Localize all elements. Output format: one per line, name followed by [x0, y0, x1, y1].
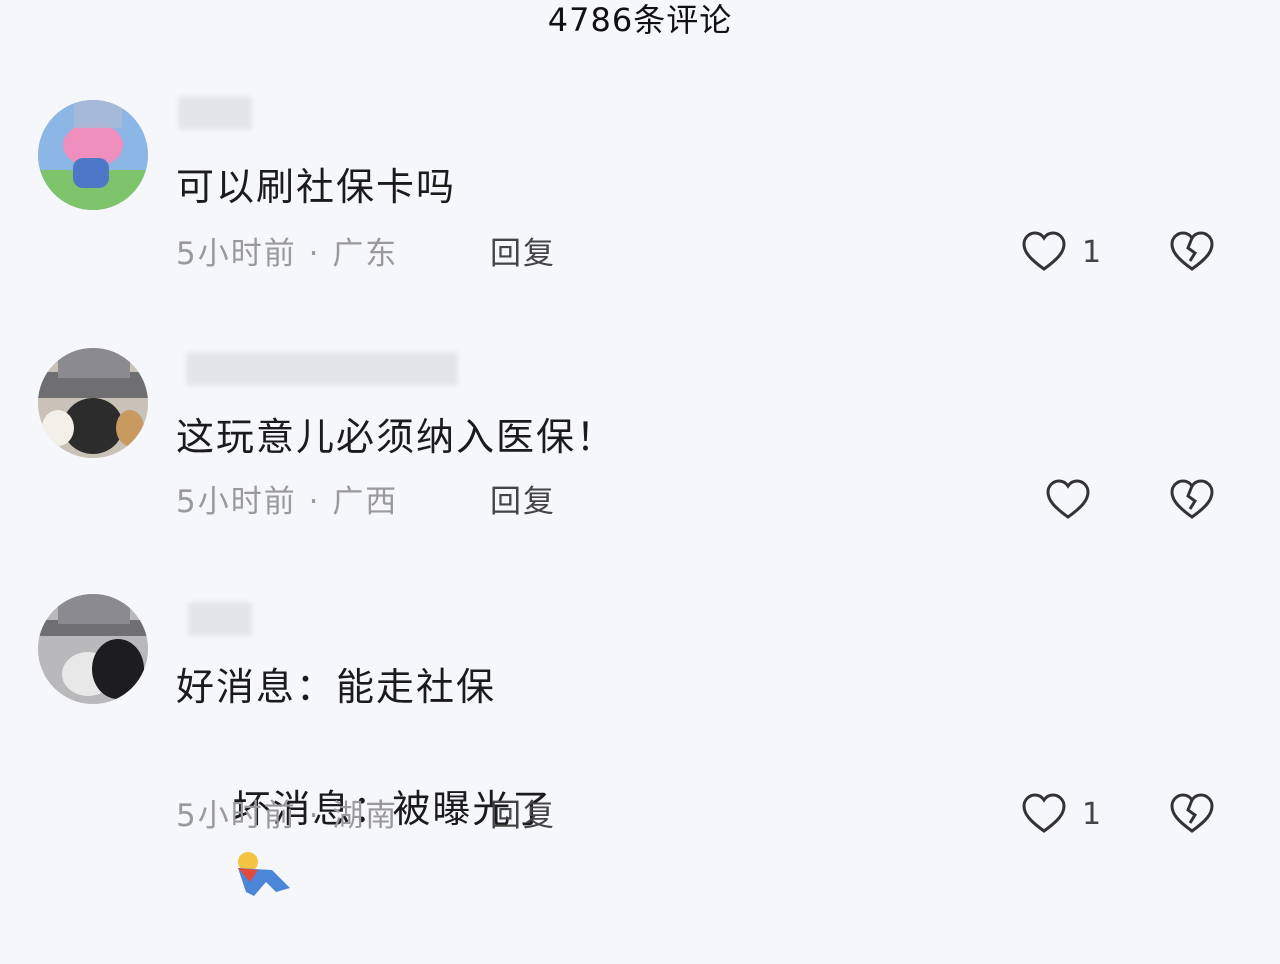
broken-heart-icon[interactable] [1168, 476, 1216, 524]
reply-button[interactable]: 回复 [490, 234, 556, 274]
comment-location: 湖南 [332, 798, 399, 834]
like-button[interactable] [1044, 476, 1106, 524]
comment-text-line1: 好消息：能走社保 [176, 665, 497, 709]
like-button[interactable]: 1 [1020, 228, 1101, 276]
username-blurred[interactable] [188, 602, 252, 636]
heart-outline-icon [1022, 231, 1066, 271]
comment-text: 这玩意儿必须纳入医保！ [176, 415, 617, 459]
comment-text-line2: 坏消息：被曝光了 [176, 716, 552, 964]
comment-meta: 5小时前 · 湖南 [176, 796, 398, 836]
comment-time: 5小时前 [176, 236, 297, 272]
meta-separator: · [308, 236, 321, 272]
meta-separator: · [308, 798, 321, 834]
comment-time: 5小时前 [176, 484, 297, 520]
avatar[interactable] [38, 594, 148, 704]
broken-heart-icon[interactable] [1168, 228, 1216, 276]
comment-meta: 5小时前 · 广西 [176, 482, 398, 522]
like-count: 1 [1082, 234, 1102, 270]
username-blurred[interactable] [186, 352, 458, 386]
broken-heart-icon[interactable] [1168, 790, 1216, 838]
avatar[interactable] [38, 100, 148, 210]
like-button[interactable]: 1 [1020, 790, 1101, 838]
comment-text: 可以刷社保卡吗 [176, 165, 457, 209]
comment-time: 5小时前 [176, 798, 297, 834]
heart-outline-icon [1046, 479, 1090, 519]
like-count: 1 [1082, 796, 1102, 832]
comment-location: 广西 [332, 484, 399, 520]
username-blurred[interactable] [178, 96, 252, 130]
avatar[interactable] [38, 348, 148, 458]
comment-count-title: 4786条评论 [547, 1, 733, 39]
sticker-emoji-icon [238, 851, 291, 896]
comment-meta: 5小时前 · 广东 [176, 234, 398, 274]
reply-button[interactable]: 回复 [490, 482, 556, 522]
reply-button[interactable]: 回复 [490, 796, 556, 836]
heart-outline-icon [1022, 793, 1066, 833]
comment-location: 广东 [332, 236, 399, 272]
meta-separator: · [308, 484, 321, 520]
